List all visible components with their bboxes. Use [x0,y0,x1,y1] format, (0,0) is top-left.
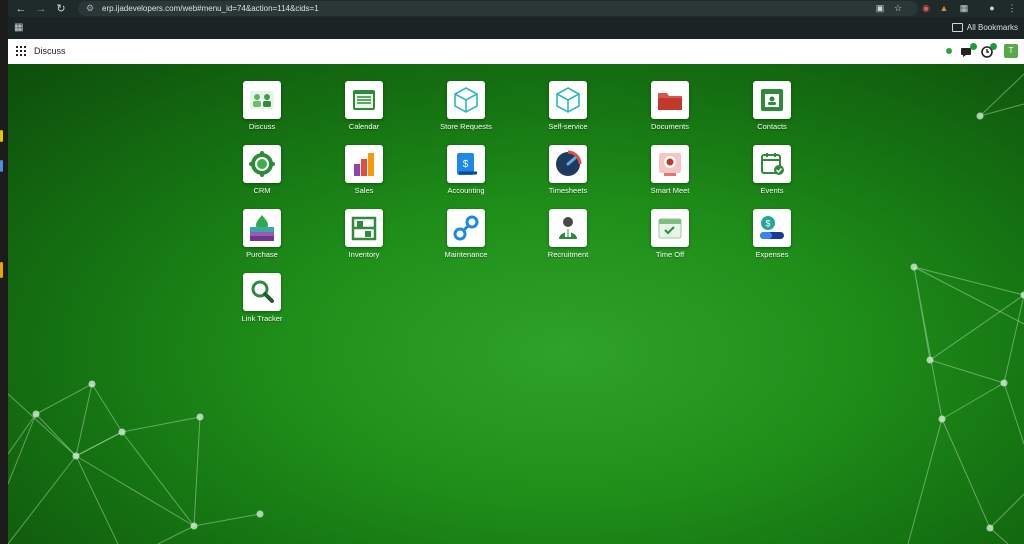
app-contacts[interactable]: Contacts [732,81,812,141]
clock-icon [549,145,587,183]
left-dock-strip [0,0,8,544]
app-recruitment[interactable]: Recruitment [528,209,608,269]
app-timesheets[interactable]: Timesheets [528,145,608,205]
app-label: Events [760,186,784,195]
magnifier-icon [243,273,281,311]
contact-card-icon [753,81,791,119]
app-accounting[interactable]: $ Accounting [426,145,506,205]
app-maintenance[interactable]: Maintenance [426,209,506,269]
site-settings-icon[interactable]: ⚙ [86,3,96,13]
extension-shield-icon[interactable]: ◉ [920,2,932,14]
app-label: Timesheets [548,186,588,195]
dock-indicator [0,262,3,278]
app-label: Store Requests [440,122,492,131]
browser-menu-icon[interactable]: ⋮ [1006,2,1018,14]
shelves-icon [345,209,383,247]
app-label: Purchase [246,250,278,259]
app-store-requests[interactable]: Store Requests [426,81,506,141]
reload-icon[interactable]: ↻ [54,2,68,16]
messages-icon[interactable] [960,43,977,59]
install-app-icon[interactable]: ▣ [874,2,886,14]
extension-hat-icon[interactable]: ▲ [938,2,950,14]
app-label: Recruitment [547,250,589,259]
activity-badge [990,43,997,50]
app-label: Sales [354,186,374,195]
calendar-icon [345,81,383,119]
all-bookmarks-button[interactable]: All Bookmarks [951,22,1018,33]
app-label: Discuss [248,122,276,131]
app-label: Calendar [348,122,380,131]
calendar-check-icon [753,145,791,183]
dock-indicator [0,160,3,172]
activity-clock-icon[interactable] [980,43,997,59]
app-label: Self-service [548,122,588,131]
person-icon [549,209,587,247]
app-label: Documents [651,122,689,131]
app-label: Time Off [655,250,685,259]
cube-icon [447,81,485,119]
wrench-link-icon [447,209,485,247]
svg-text:$: $ [765,219,770,229]
discuss-icon [243,81,281,119]
app-label: Accounting [447,186,485,195]
profile-avatar-icon[interactable]: ● [986,2,998,14]
app-inventory[interactable]: Inventory [324,209,404,269]
messages-badge [970,43,977,50]
app-label: Expenses [755,250,789,259]
expenses-icon: $ [753,209,791,247]
address-bar[interactable]: ⚙ erp.ijadevelopers.com/web#menu_id=74&a… [78,1,918,16]
app-smart-meet[interactable]: Smart Meet [630,145,710,205]
address-url[interactable]: erp.ijadevelopers.com/web#menu_id=74&act… [102,2,319,15]
camera-icon [651,145,689,183]
bar-chart-icon [345,145,383,183]
user-avatar[interactable]: T [1004,44,1018,58]
app-label: Maintenance [444,250,488,259]
network-background [8,73,1024,544]
app-label: Smart Meet [650,186,690,195]
app-navbar: Discuss T [8,39,1024,65]
svg-text:$: $ [463,159,469,170]
page-title: Discuss [34,46,66,56]
crm-icon [243,145,281,183]
cube-icon [549,81,587,119]
app-expenses[interactable]: $ Expenses [732,209,812,269]
dollar-document-icon: $ [447,145,485,183]
forward-icon[interactable]: → [34,2,48,16]
purchase-card-icon [243,209,281,247]
apps-grid-icon[interactable]: ▦ [14,22,25,33]
app-label: CRM [253,186,271,195]
app-link-tracker[interactable]: Link Tracker [222,273,302,333]
app-menu-icon[interactable] [16,46,26,56]
app-documents[interactable]: Documents [630,81,710,141]
app-events[interactable]: Events [732,145,812,205]
bookmarks-bar: ▦ All Bookmarks [8,17,1024,39]
dock-indicator [0,130,3,142]
app-time-off[interactable]: Time Off [630,209,710,269]
folder-icon [951,23,963,33]
app-purchase[interactable]: Purchase [222,209,302,269]
back-icon[interactable]: ← [14,2,28,16]
app-self-service[interactable]: Self-service [528,81,608,141]
app-label: Inventory [348,250,380,259]
app-label: Contacts [757,122,787,131]
extensions-puzzle-icon[interactable]: ▦ [958,2,970,14]
app-crm[interactable]: CRM [222,145,302,205]
time-off-icon [651,209,689,247]
home-menu: Discuss Calendar Store Requests Self-ser… [8,64,1024,544]
app-calendar[interactable]: Calendar [324,81,404,141]
bookmark-star-icon[interactable]: ☆ [892,2,904,14]
folder-icon [651,81,689,119]
presence-status-icon [946,48,952,54]
app-label: Link Tracker [241,314,283,323]
app-sales[interactable]: Sales [324,145,404,205]
app-discuss[interactable]: Discuss [222,81,302,141]
browser-toolbar: ← → ↻ ⚙ erp.ijadevelopers.com/web#menu_i… [8,0,1024,17]
all-bookmarks-label: All Bookmarks [966,23,1018,32]
